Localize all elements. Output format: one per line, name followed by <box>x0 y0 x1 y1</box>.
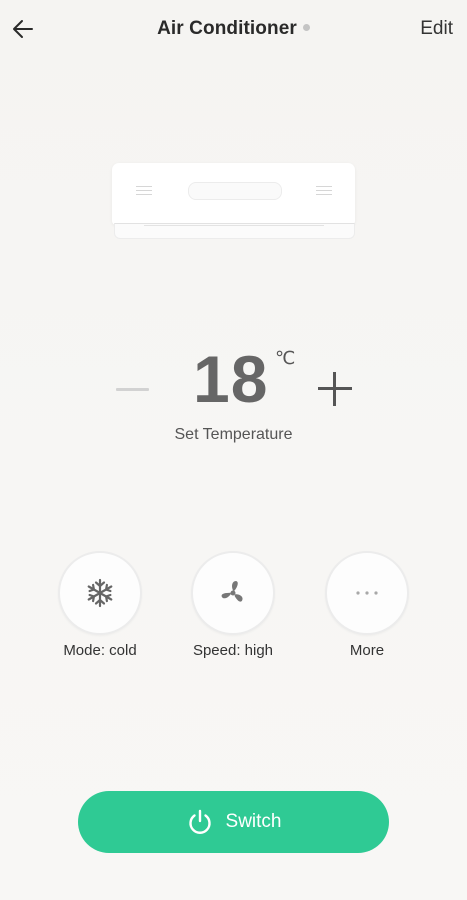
device-screen: Air Conditioner Edit 18 ℃ Set Temperatur… <box>0 0 467 900</box>
speed-label: Speed: high <box>192 642 274 659</box>
mode-button[interactable] <box>58 551 142 635</box>
ac-right-vent <box>316 186 332 198</box>
power-icon <box>188 809 211 834</box>
ac-unit-body <box>112 163 355 225</box>
more-button[interactable] <box>325 551 409 635</box>
ac-left-vent <box>136 186 152 198</box>
temperature-value: 18 <box>193 342 269 416</box>
speed-button[interactable] <box>191 551 275 635</box>
edit-button[interactable]: Edit <box>420 18 453 40</box>
fan-icon <box>221 581 243 602</box>
switch-label: Switch <box>225 811 282 832</box>
ac-unit-illustration <box>112 163 355 239</box>
power-switch-button[interactable]: Switch <box>78 791 389 853</box>
more-label: More <box>349 642 385 659</box>
mode-label: Mode: cold <box>63 642 137 659</box>
temperature-label: Set Temperature <box>174 426 293 443</box>
page-title: Air Conditioner <box>157 18 297 39</box>
top-bar: Air Conditioner Edit <box>0 0 467 60</box>
snowflake-icon <box>87 578 113 608</box>
ac-louver <box>144 225 324 226</box>
speed-circle <box>191 551 275 635</box>
more-circle <box>325 551 409 635</box>
decrease-temperature-button[interactable] <box>114 372 150 408</box>
status-dot <box>302 24 310 31</box>
temperature-unit: ℃ <box>275 348 296 368</box>
ac-display-panel <box>188 182 282 200</box>
minus-icon <box>116 388 149 391</box>
mode-circle <box>58 551 142 635</box>
title-wrap: Air Conditioner <box>0 18 467 40</box>
increase-temperature-button[interactable] <box>317 371 353 407</box>
more-dots-icon <box>356 591 378 595</box>
